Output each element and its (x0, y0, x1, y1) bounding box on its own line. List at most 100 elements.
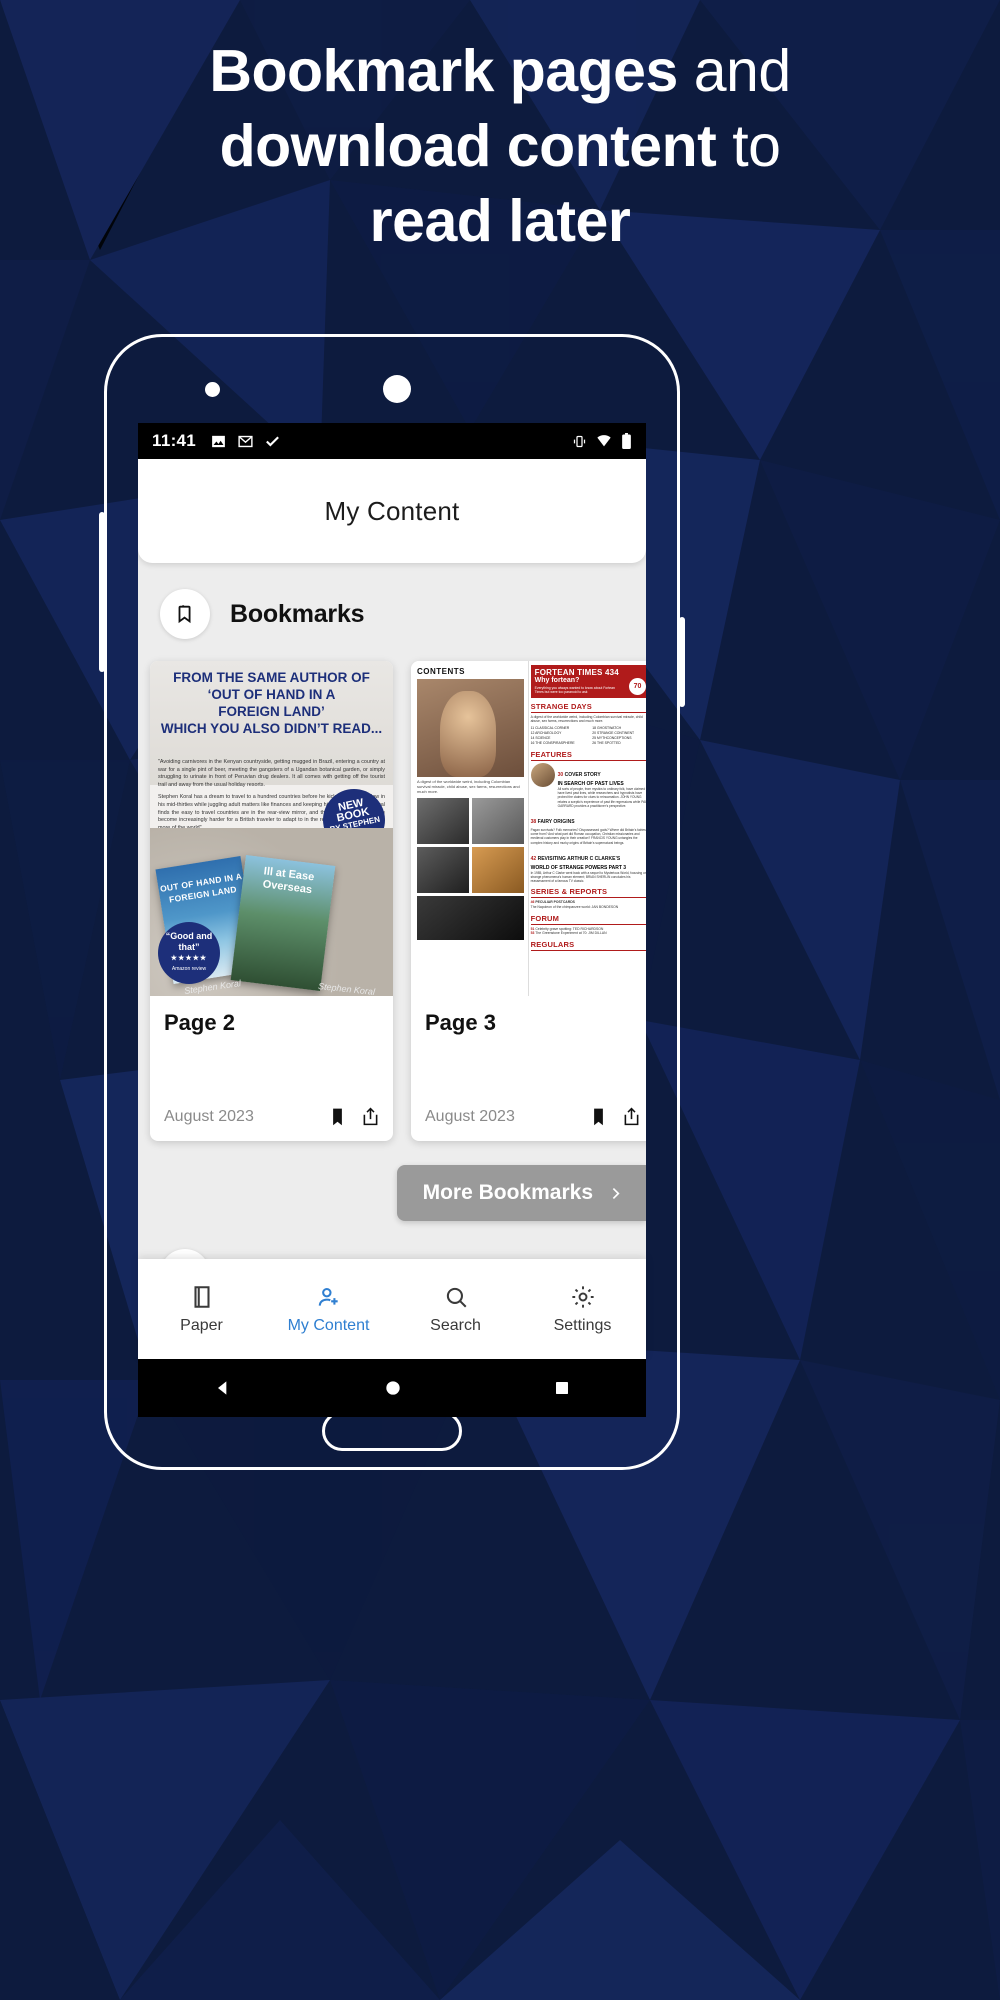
front-camera-dot (383, 375, 411, 403)
back-triangle-icon[interactable] (213, 1378, 233, 1398)
bookmark-filled-icon[interactable] (588, 1106, 609, 1127)
bookmark-card-title: Page 3 (425, 1010, 496, 1035)
forum-heading: FORUM (530, 913, 560, 923)
bookmarks-section-title: Bookmarks (230, 599, 365, 628)
app-bar: My Content (138, 459, 646, 563)
review-quote-badge: “Good and that” ★★★★★ Amazon review (158, 922, 220, 984)
bookmarks-section-header: Bookmarks (138, 563, 646, 661)
masthead-title: FORTEAN TIMES 434 (534, 668, 619, 677)
series-number: 46 (530, 900, 535, 905)
contents-hero-image (417, 679, 524, 777)
series-heading: SERIES & REPORTS (530, 887, 608, 897)
nav-item-paper[interactable]: Paper (138, 1284, 265, 1335)
share-icon[interactable] (360, 1106, 381, 1127)
nav-label-paper: Paper (180, 1316, 223, 1334)
battery-icon (622, 433, 631, 449)
forum-title: The Greenstone Experiment at 70: JIM DIL… (535, 931, 607, 936)
features-heading: FEATURES (530, 750, 573, 759)
toc-item: 26 THE SPOTTED (592, 741, 621, 745)
headline-line2-light: to (716, 113, 781, 179)
recents-square-icon[interactable] (553, 1379, 571, 1397)
bookmark-card-date: August 2023 (425, 1107, 515, 1125)
bookmark-filled-icon[interactable] (327, 1106, 348, 1127)
nav-label-settings: Settings (553, 1316, 612, 1334)
more-bookmarks-button[interactable]: More Bookmarks (396, 1165, 646, 1221)
gmail-icon (238, 435, 253, 447)
feature-title: FAIRY ORIGINS (537, 819, 575, 826)
regulars-heading: REGULARS (530, 939, 575, 949)
check-icon (266, 435, 279, 447)
more-bookmarks-row: More Bookmarks (138, 1141, 646, 1221)
status-bar: 11:41 (138, 423, 646, 459)
advert-header-line-3: FOREIGN LAND’ (218, 704, 325, 719)
grid-image (471, 847, 524, 893)
advert-paragraph-1: "Avoiding carnivores in the Kenyan count… (158, 759, 385, 788)
review-source: Amazon review (171, 966, 207, 972)
contents-label: CONTENTS (417, 667, 465, 676)
feature-entry: 42 REVISITING ARTHUR C CLARKE’S WORLD OF… (531, 847, 646, 884)
bookmark-card[interactable]: FROM THE SAME AUTHOR OF ‘OUT OF HAND IN … (150, 661, 393, 1141)
nav-item-settings[interactable]: Settings (519, 1284, 646, 1335)
book-cover-2: Ill at Ease Overseas (230, 854, 336, 992)
feature-body: In 1985, Arthur C Clarke went back with … (530, 870, 646, 884)
share-icon[interactable] (621, 1106, 642, 1127)
series-section: SERIES & REPORTS 46 PECULIAR POSTCARDS T… (530, 887, 646, 909)
chevron-right-icon (612, 1187, 620, 1199)
toc-list: 11 CLASSICAL CORNER 18 GHOSTWATCH 12 ARC… (531, 726, 646, 746)
masthead-page-number: 70 (628, 677, 646, 695)
feature-entry: 38 FAIRY ORIGINS Pagan survivals? Folk m… (531, 810, 646, 845)
bookmark-card-title: Page 2 (164, 1010, 235, 1035)
page-title: Bookmark pages and download content to r… (0, 34, 1000, 259)
paper-icon (193, 1285, 210, 1308)
headline-line2-bold: download content (219, 113, 717, 179)
feature-title: REVISITING ARTHUR C CLARKE’S (537, 855, 621, 862)
feature-thumb (530, 763, 555, 787)
feature-body: All sorts of people, from mystics to ord… (557, 787, 646, 808)
grid-image (417, 798, 469, 844)
bookmark-card[interactable]: CONTENTS A digest of the worldwide weird… (411, 661, 646, 1141)
home-circle-icon[interactable] (383, 1378, 403, 1398)
feature-body: Pagan survivals? Folk memories? Disposse… (530, 828, 646, 845)
grid-image (417, 847, 469, 893)
search-icon (446, 1287, 466, 1307)
phone-screen: 11:41 My Content Bookmarks FROM THE SAME… (138, 423, 646, 1403)
author-signature-2: Stephen Koral (317, 981, 376, 996)
review-quote: “Good and that” (165, 931, 213, 952)
app-bar-title: My Content (324, 495, 460, 526)
bookmark-icon (160, 589, 210, 639)
nav-item-my-content[interactable]: My Content (265, 1284, 392, 1335)
vibrate-icon (573, 435, 586, 447)
more-bookmarks-label: More Bookmarks (422, 1181, 593, 1204)
contents-image-grid (417, 798, 524, 940)
forum-number: 53 (530, 931, 535, 936)
strange-days-note: A digest of the worldwide weird, includi… (530, 714, 643, 724)
bookmark-cards-row: FROM THE SAME AUTHOR OF ‘OUT OF HAND IN … (138, 661, 646, 1141)
forum-section: FORUM 51 Celebrity grave spotting: TED R… (530, 913, 646, 936)
power-button (679, 617, 685, 707)
grid-image (471, 798, 524, 844)
bookmark-thumbnail[interactable]: CONTENTS A digest of the worldwide weird… (411, 661, 646, 996)
home-indicator (322, 1411, 462, 1451)
image-icon (212, 435, 225, 447)
headline-line1-bold: Bookmark pages (209, 38, 678, 104)
nav-item-search[interactable]: Search (392, 1284, 519, 1335)
review-stars: ★★★★★ (170, 955, 208, 962)
feature-number: 30 (557, 772, 564, 778)
android-system-nav (138, 1359, 646, 1417)
bookmark-thumbnail[interactable]: FROM THE SAME AUTHOR OF ‘OUT OF HAND IN … (150, 661, 393, 996)
content-scroll-area[interactable]: Bookmarks FROM THE SAME AUTHOR OF ‘OUT O… (138, 563, 646, 1321)
nav-label-my-content: My Content (287, 1316, 370, 1334)
nav-label-search: Search (430, 1316, 481, 1334)
toc-item: 16 THE CONSPIRASPHERE (530, 741, 575, 745)
volume-button (99, 512, 105, 672)
my-content-icon (318, 1287, 338, 1306)
bottom-navigation: Paper My Content Search Settings (138, 1259, 646, 1359)
advert-header-line-4: WHICH YOU ALSO DIDN’T READ... (160, 721, 383, 736)
forum-number: 51 (530, 926, 535, 931)
grid-image (417, 896, 524, 940)
hero-caption: A digest of the worldwide weird, includi… (417, 779, 520, 794)
advert-header-line-2: ‘OUT OF HAND IN A (207, 687, 336, 702)
headline-line1-light: and (677, 38, 791, 104)
strange-days-section: STRANGE DAYS A digest of the worldwide w… (530, 702, 646, 746)
forum-title: Celebrity grave spotting: TED RICHARDSON (535, 926, 604, 931)
